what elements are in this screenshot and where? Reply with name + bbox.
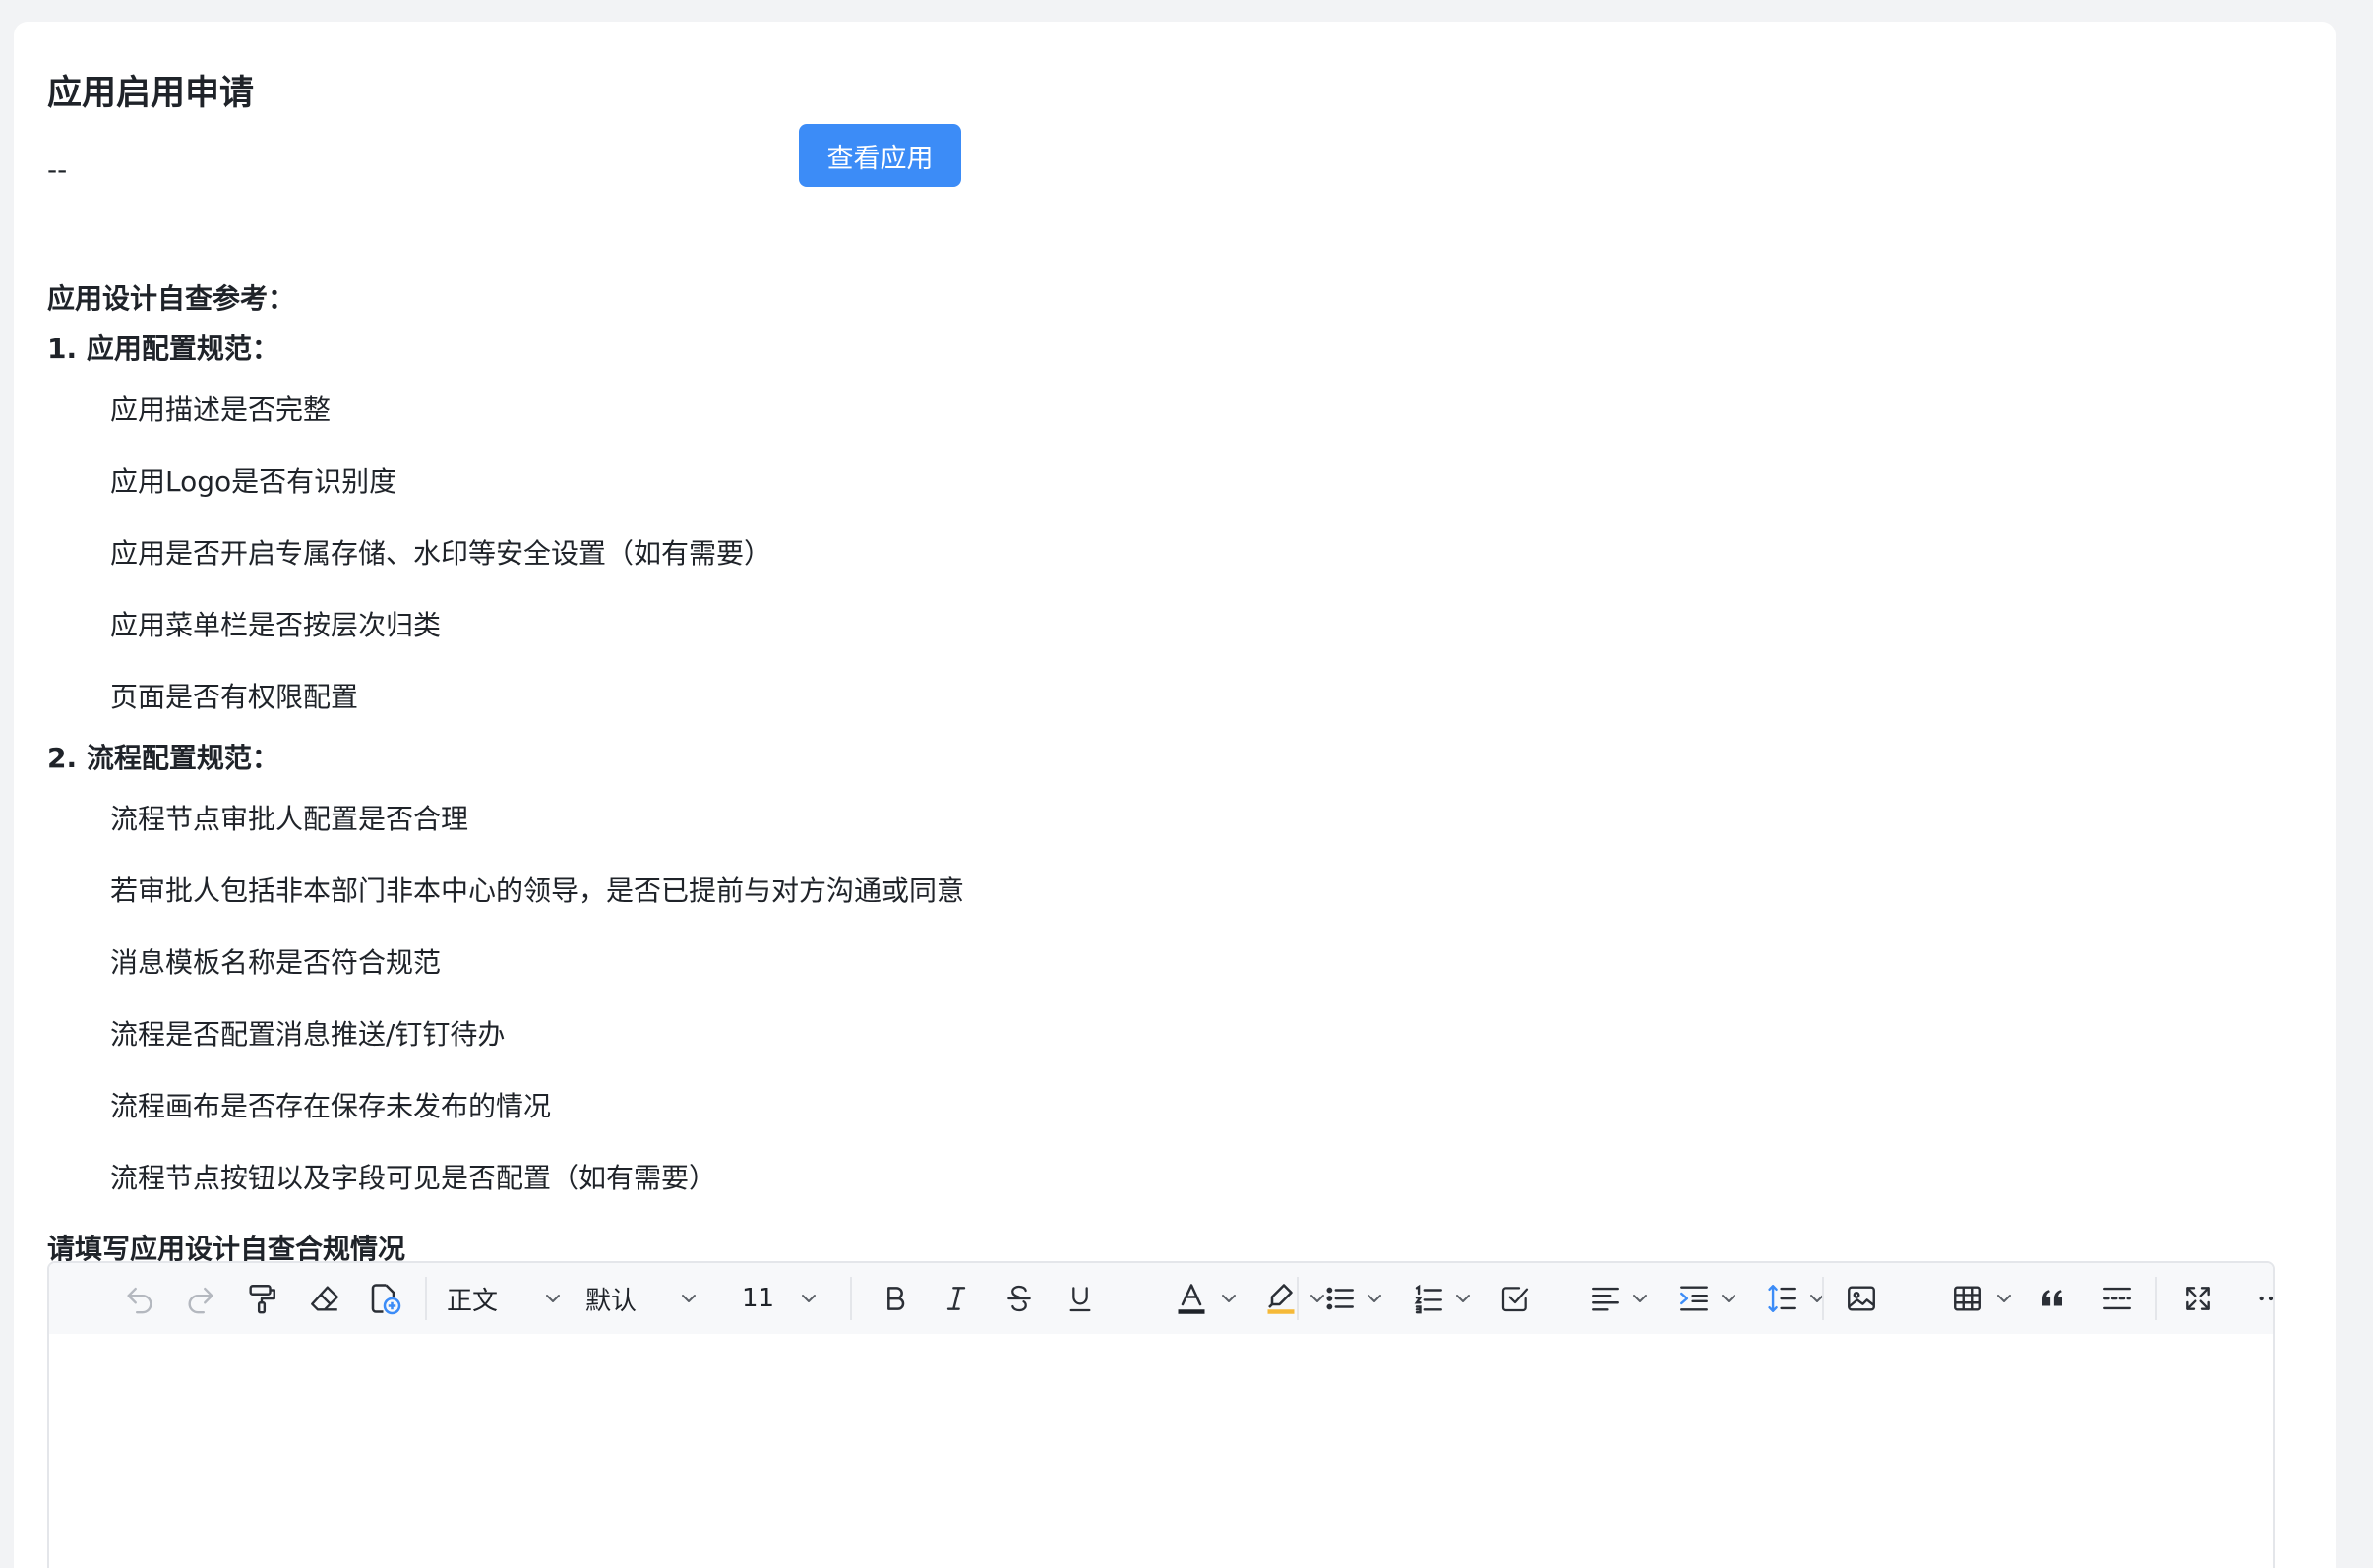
redo-icon[interactable] xyxy=(179,1263,222,1334)
checklist-heading: 应用设计自查参考： xyxy=(47,282,296,315)
chevron-down-icon[interactable] xyxy=(1450,1263,1476,1334)
fullscreen-icon[interactable] xyxy=(2176,1263,2220,1334)
strikethrough-icon[interactable] xyxy=(998,1263,1041,1334)
toolbar-divider xyxy=(850,1277,852,1320)
task-list-icon[interactable] xyxy=(1493,1263,1537,1334)
list-item: 流程节点审批人配置是否合理 xyxy=(110,803,469,835)
toolbar-divider xyxy=(2155,1277,2157,1320)
chevron-down-icon[interactable] xyxy=(1804,1263,1830,1334)
numbered-list-icon[interactable] xyxy=(1407,1263,1450,1334)
toolbar-divider xyxy=(1297,1277,1299,1320)
section-title-process-config: 2. 流程配置规范： xyxy=(47,742,279,774)
list-item: 流程是否配置消息推送/钉钉待办 xyxy=(110,1018,506,1051)
chevron-down-icon[interactable] xyxy=(1627,1263,1653,1334)
chevron-down-icon[interactable] xyxy=(675,1263,702,1334)
bullet-list-icon[interactable] xyxy=(1318,1263,1362,1334)
toolbar-divider xyxy=(425,1277,427,1320)
align-left-icon[interactable] xyxy=(1584,1263,1627,1334)
line-height-icon[interactable] xyxy=(1761,1263,1804,1334)
indent-icon[interactable] xyxy=(1673,1263,1716,1334)
list-item: 消息模板名称是否符合规范 xyxy=(110,946,442,979)
table-icon[interactable] xyxy=(1946,1263,1989,1334)
insert-component-icon[interactable] xyxy=(362,1263,407,1334)
section-title-app-config: 1. 应用配置规范： xyxy=(47,332,279,365)
app-value: -- xyxy=(47,153,68,186)
chevron-down-icon[interactable] xyxy=(795,1263,822,1334)
underline-icon[interactable] xyxy=(1059,1263,1102,1334)
rich-text-editor: 正文 默认 11 xyxy=(47,1261,2275,1568)
bold-icon[interactable] xyxy=(874,1263,917,1334)
list-item: 应用描述是否完整 xyxy=(110,393,332,426)
page-title: 应用启用申请 xyxy=(47,74,255,113)
format-painter-icon[interactable] xyxy=(240,1263,283,1334)
list-item: 页面是否有权限配置 xyxy=(110,681,359,713)
image-icon[interactable] xyxy=(1840,1263,1883,1334)
list-item: 流程节点按钮以及字段可见是否配置（如有需要） xyxy=(110,1162,717,1194)
quote-icon[interactable] xyxy=(2031,1263,2074,1334)
paragraph-style-select[interactable]: 正文 xyxy=(447,1263,498,1334)
chevron-down-icon[interactable] xyxy=(539,1263,567,1334)
font-size-select[interactable]: 11 xyxy=(742,1263,774,1334)
italic-icon[interactable] xyxy=(935,1263,978,1334)
list-item: 应用是否开启专属存储、水印等安全设置（如有需要） xyxy=(110,537,772,570)
toolbar-divider xyxy=(1822,1277,1824,1320)
divider-line-icon[interactable] xyxy=(2096,1263,2139,1334)
view-app-button[interactable]: 查看应用 xyxy=(799,124,961,187)
chevron-down-icon[interactable] xyxy=(1991,1263,2017,1334)
list-item: 流程画布是否存在保存未发布的情况 xyxy=(110,1090,552,1122)
editor-content[interactable] xyxy=(49,1334,2273,1568)
list-item: 应用菜单栏是否按层次归类 xyxy=(110,609,442,641)
list-item: 若审批人包括非本部门非本中心的领导，是否已提前与对方沟通或同意 xyxy=(110,874,965,907)
eraser-icon[interactable] xyxy=(303,1263,346,1334)
chevron-down-icon[interactable] xyxy=(1216,1263,1242,1334)
editor-toolbar: 正文 默认 11 xyxy=(49,1263,2273,1334)
undo-icon[interactable] xyxy=(118,1263,161,1334)
more-icon[interactable] xyxy=(2249,1263,2273,1334)
text-color-icon[interactable] xyxy=(1169,1263,1214,1334)
font-family-select[interactable]: 默认 xyxy=(585,1263,637,1334)
list-item: 应用Logo是否有识别度 xyxy=(110,465,397,498)
chevron-down-icon[interactable] xyxy=(1362,1263,1387,1334)
chevron-down-icon[interactable] xyxy=(1716,1263,1741,1334)
